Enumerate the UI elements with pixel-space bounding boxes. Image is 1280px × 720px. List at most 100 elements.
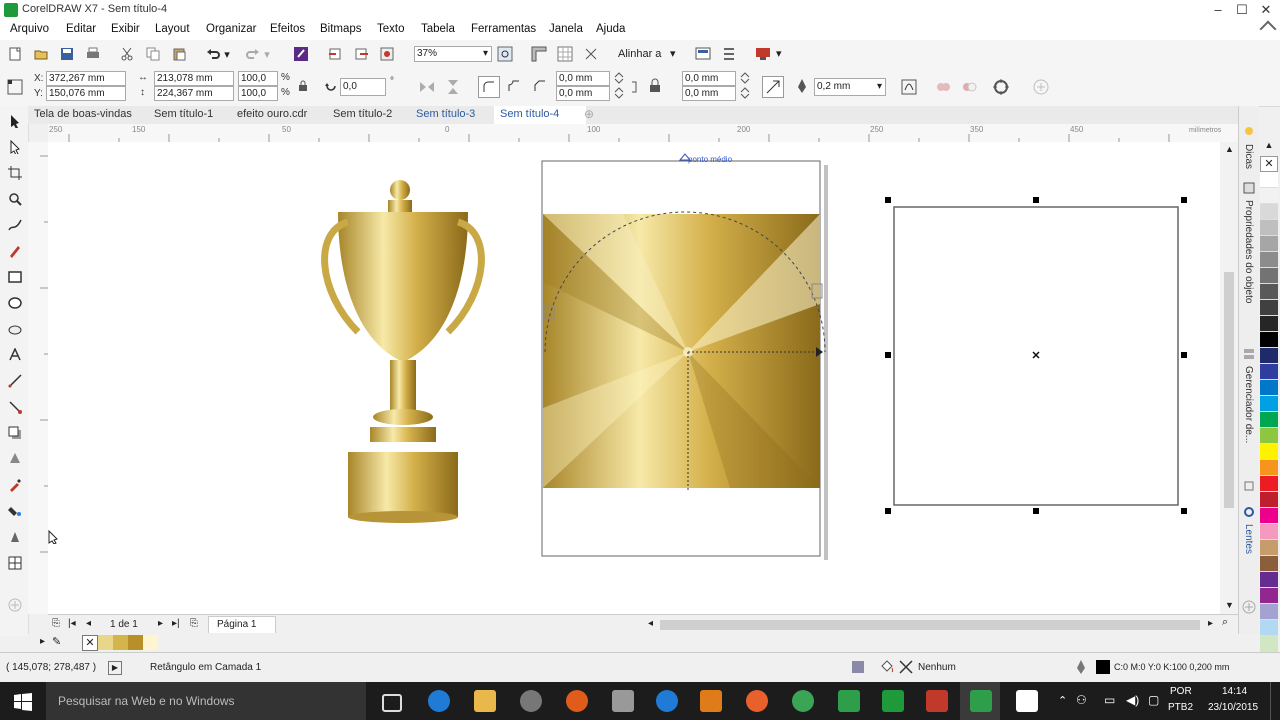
tray-message-icon[interactable]: ▢ (1148, 693, 1159, 707)
selection-handle-l[interactable] (885, 352, 891, 358)
launcher-dropdown-icon[interactable]: ▾ (776, 47, 782, 60)
coreldraw-active-icon[interactable] (970, 690, 992, 712)
add-docker-icon[interactable] (1242, 600, 1256, 614)
undo-icon[interactable] (204, 45, 222, 63)
palette-swatch[interactable] (1260, 204, 1278, 220)
status-play-icon[interactable]: ▶ (108, 661, 122, 675)
align-to-label[interactable]: Alinhar a (618, 48, 661, 60)
redo-icon[interactable] (244, 45, 262, 63)
rotation-angle-field[interactable]: 0,0 (340, 78, 386, 96)
redo-dropdown-icon[interactable]: ▾ (262, 45, 272, 63)
export-icon[interactable] (352, 45, 370, 63)
palette-swatch[interactable] (1260, 188, 1278, 204)
add-tab-icon[interactable]: ⊕ (584, 107, 594, 121)
menu-layout[interactable]: Layout (155, 23, 190, 35)
tray-keyboard[interactable]: PTB2 (1168, 702, 1193, 713)
tray-expand-icon[interactable]: ⌃ (1058, 694, 1067, 707)
palette-swatch[interactable] (1260, 380, 1278, 396)
quick-customize-icon[interactable] (6, 596, 24, 614)
menu-tabela[interactable]: Tabela (421, 23, 455, 35)
corner-stepper-bottom-icon[interactable] (612, 86, 626, 100)
round-corner-icon[interactable] (478, 76, 500, 98)
page-options-icon[interactable]: ⎘ (52, 618, 60, 629)
palette-swatch[interactable] (1260, 620, 1278, 636)
tab-efeito-ouro[interactable]: efeito ouro.cdr (237, 108, 307, 120)
last-page-icon[interactable]: ▸| (172, 618, 180, 629)
menu-editar[interactable]: Editar (66, 23, 96, 35)
drawing-canvas[interactable]: ponto médio (48, 142, 1220, 614)
interactive-fill-icon[interactable] (6, 502, 24, 520)
target-icon[interactable] (992, 78, 1010, 96)
zoom-level-field[interactable]: 37% ▾ (414, 46, 492, 62)
corner-radius-top-left-field[interactable]: 0,0 mm (556, 71, 610, 86)
menu-bitmaps[interactable]: Bitmaps (320, 23, 362, 35)
open-folder-icon[interactable] (32, 45, 50, 63)
palette-swatch[interactable] (1260, 428, 1278, 444)
snap-to-icon[interactable] (582, 45, 600, 63)
firefox-icon[interactable] (746, 690, 768, 712)
import-icon[interactable] (326, 45, 344, 63)
scalloped-corner-icon[interactable] (504, 76, 524, 96)
corner-link-icon[interactable] (630, 80, 640, 94)
freehand-tool-icon[interactable] (6, 216, 24, 234)
wrap-text-icon[interactable] (934, 78, 952, 96)
vertical-scrollbar[interactable]: ▲ ▼ (1220, 142, 1238, 614)
tab-sem-titulo-2[interactable]: Sem título-2 (333, 108, 392, 120)
palette-swatch[interactable] (1260, 636, 1278, 652)
scroll-right-icon[interactable]: ▸ (1208, 618, 1213, 629)
taskbar-search-box[interactable]: Pesquisar na Web e no Windows (46, 682, 366, 720)
palette-swatch[interactable] (1260, 476, 1278, 492)
rectangle-tool-icon[interactable] (6, 268, 24, 286)
no-color-swatch-icon[interactable]: ✕ (1260, 156, 1278, 172)
collapse-icon[interactable] (1259, 20, 1277, 38)
palette-swatch[interactable] (1260, 444, 1278, 460)
chamfered-corner-icon[interactable] (530, 76, 550, 96)
pick-tool-icon[interactable] (6, 112, 24, 130)
edge-browser-icon[interactable] (428, 690, 450, 712)
palette-swatch[interactable] (1260, 588, 1278, 604)
object-origin-icon[interactable] (6, 78, 24, 96)
palette-swatch[interactable] (1260, 508, 1278, 524)
vertical-scroll-thumb[interactable] (1224, 272, 1234, 508)
width-field[interactable]: 213,078 mm (154, 71, 234, 86)
transparency-tool-icon[interactable] (6, 450, 24, 468)
docker-tab-object-manager[interactable]: Gerenciador de... (1243, 366, 1254, 443)
tray-language[interactable]: POR (1170, 686, 1192, 697)
palette-swatch[interactable] (1260, 316, 1278, 332)
copy-icon[interactable] (144, 45, 162, 63)
doc-swatch-3[interactable] (128, 635, 143, 650)
palette-swatch[interactable] (1260, 284, 1278, 300)
palette-swatch[interactable] (1260, 524, 1278, 540)
scroll-left-icon[interactable]: ◂ (648, 618, 653, 629)
tray-network-icon[interactable]: ⚇ (1076, 693, 1087, 707)
palette-scroll-up-icon[interactable]: ▲ (1260, 140, 1278, 150)
tab-sem-titulo-1[interactable]: Sem título-1 (154, 108, 213, 120)
palette-swatch[interactable] (1260, 236, 1278, 252)
application-launcher-icon[interactable] (754, 45, 772, 63)
tab-welcome-screen[interactable]: Tela de boas-vindas (34, 108, 132, 120)
doc-swatch-4[interactable] (143, 635, 158, 650)
palette-swatch[interactable] (1260, 252, 1278, 268)
chrome-icon[interactable] (792, 690, 814, 712)
selection-handle-r[interactable] (1181, 352, 1187, 358)
doc-palette-eyedropper-icon[interactable]: ✎ (52, 635, 61, 648)
palette-swatch[interactable] (1260, 492, 1278, 508)
corner-stepper-top-icon[interactable] (612, 71, 626, 85)
color-proof-icon[interactable] (852, 661, 864, 673)
selection-handle-t[interactable] (1033, 197, 1039, 203)
convert-to-curves-icon[interactable] (900, 78, 918, 96)
selection-handle-tl[interactable] (885, 197, 891, 203)
zoom-navigator-icon[interactable]: ⌕ (1222, 616, 1228, 629)
maximize-button[interactable]: ☐ (1230, 0, 1254, 20)
tab-sem-titulo-4[interactable]: Sem título-4 (500, 108, 559, 120)
close-button[interactable]: ✕ (1254, 0, 1278, 20)
doc-swatch-2[interactable] (113, 635, 128, 650)
horizontal-scroll-thumb[interactable] (660, 620, 1200, 630)
doc-palette-no-color-icon[interactable]: ✕ (82, 635, 98, 651)
page-tab[interactable]: Página 1 (208, 616, 276, 633)
save-icon[interactable] (58, 45, 76, 63)
parallel-dimension-icon[interactable] (6, 372, 24, 390)
task-view-icon[interactable] (382, 694, 402, 712)
mirror-vertical-icon[interactable] (444, 78, 462, 96)
palette-swatch[interactable] (1260, 332, 1278, 348)
